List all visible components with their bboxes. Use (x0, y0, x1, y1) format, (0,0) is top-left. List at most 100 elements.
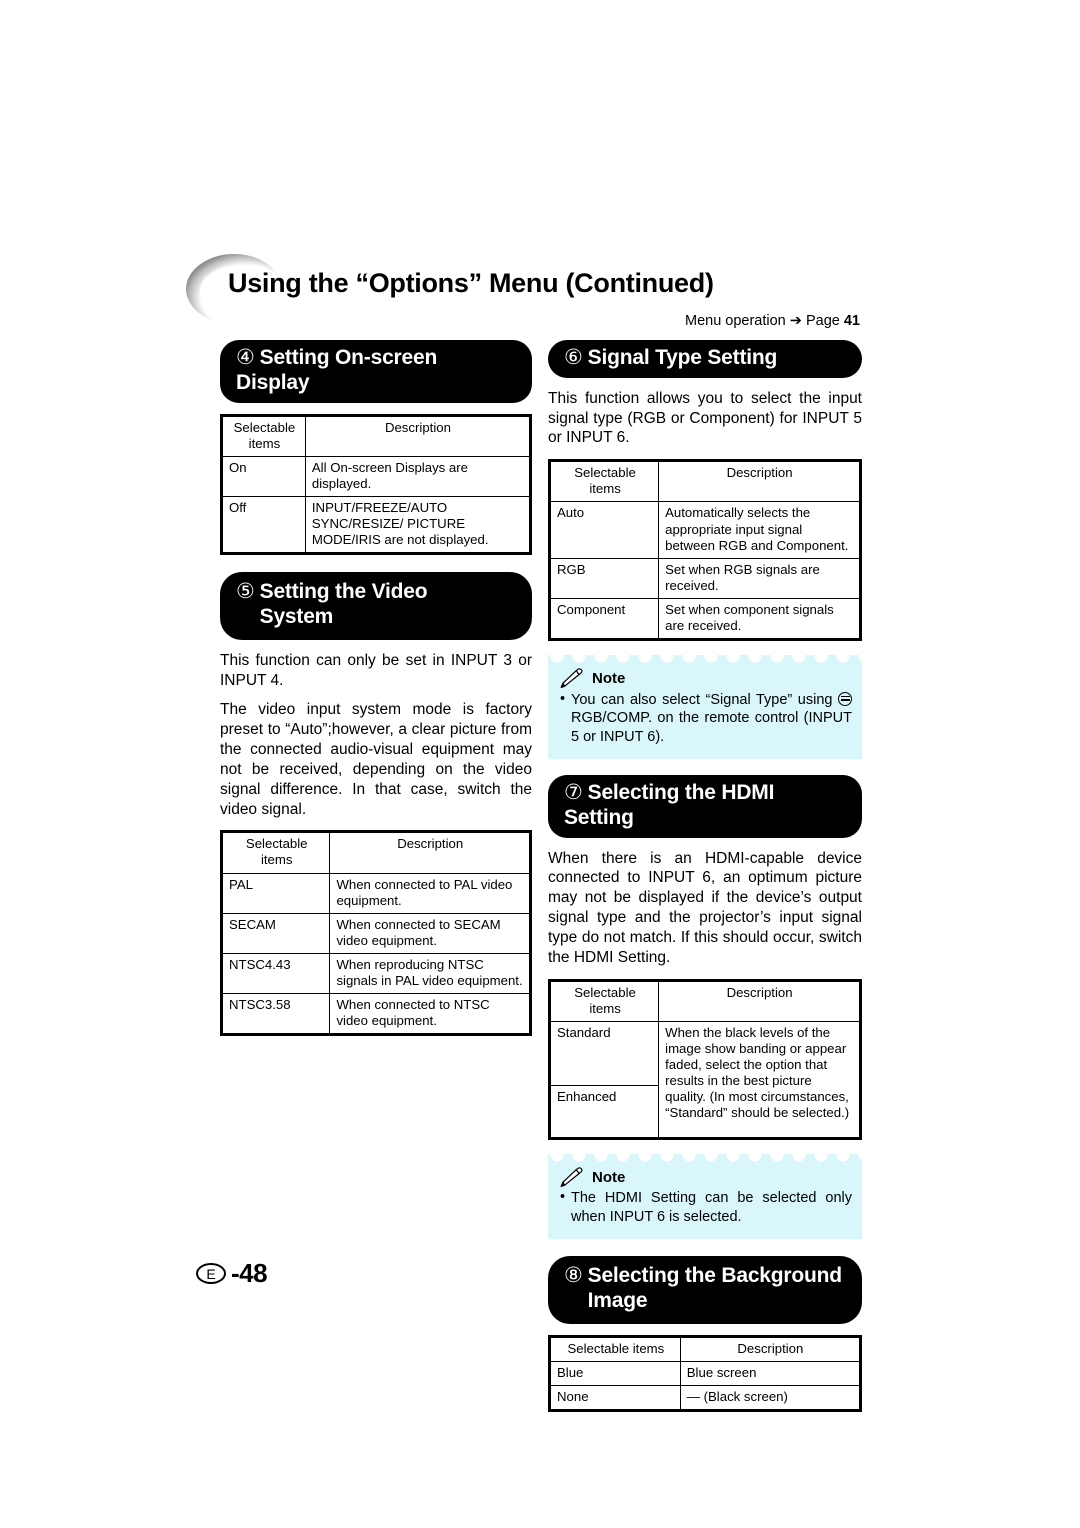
video-system-table-wrap: Selectable items Description PAL When co… (220, 830, 532, 1037)
cell-description: Automatically selects the appropriate in… (658, 501, 860, 559)
table-row: Component Set when component signals are… (549, 597, 860, 640)
cell-item: Blue (550, 1360, 681, 1386)
cell-description: Set when RGB signals are received. (658, 557, 860, 599)
cell-item: Auto (549, 501, 660, 559)
pencil-icon (560, 668, 583, 689)
menu-operation-page-number: 41 (843, 313, 860, 329)
page-header: Using the “Options” Menu (Continued) (186, 252, 886, 324)
cell-item: RGB (549, 557, 660, 599)
cell-description: When reproducing NTSC signals in PAL vid… (329, 952, 530, 995)
section-title-hdmi-setting: Selecting the HDMI Setting (564, 781, 775, 829)
section-number-5: ⑤ (236, 580, 255, 604)
menu-operation-label: Menu operation ➔ Page (684, 313, 844, 329)
background-image-table: Selectable items Description Blue Blue s… (550, 1336, 861, 1410)
hdmi-setting-table: Selectable items Description Standard Wh… (549, 980, 860, 1138)
table-header-row: Selectable items Description (550, 1336, 861, 1362)
page-title: Using the “Options” Menu (Continued) (228, 268, 714, 298)
note-box-hdmi-setting: Note The HDMI Setting can be selected on… (548, 1153, 862, 1239)
page-number: -48 (231, 1258, 268, 1288)
section-title-video-system-line2: System (259, 604, 334, 628)
section-title-signal-type: Signal Type Setting (587, 346, 778, 369)
onscreen-display-table: Selectable items Description On All On-s… (222, 415, 531, 554)
cell-item: Component (549, 597, 660, 640)
column-header-description: Description (679, 1336, 861, 1362)
section-banner-onscreen-display: ④ Setting On-screen Display (220, 340, 532, 403)
table-row: NTSC3.58 When connected to NTSC video eq… (221, 993, 530, 1035)
column-header-selectable-items: Selectable items (222, 415, 306, 457)
rgb-comp-button-icon (838, 691, 852, 706)
section-number-6: ⑥ (564, 346, 583, 369)
column-header-description: Description (658, 461, 860, 503)
cell-item: SECAM (221, 912, 331, 954)
column-header-selectable-items: Selectable items (549, 980, 660, 1022)
note-list: The HDMI Setting can be selected only wh… (560, 1188, 852, 1227)
cell-description: — (Black screen) (679, 1384, 861, 1410)
cell-description-merged: When the black levels of the image show … (658, 1020, 860, 1138)
note-title: Note (592, 1168, 626, 1186)
table-row: On All On-screen Displays are displayed. (222, 455, 531, 497)
table-header-row: Selectable items Description (221, 832, 530, 874)
column-header-description: Description (329, 832, 530, 874)
document-page: Using the “Options” Menu (Continued) Men… (0, 0, 1080, 1528)
signal-type-table-wrap: Selectable items Description Auto Automa… (548, 459, 862, 642)
left-column: ④ Setting On-screen Display Selectable it… (220, 340, 532, 1037)
section-number-4: ④ (236, 346, 255, 369)
section-banner-hdmi-setting: ⑦ Selecting the HDMI Setting (548, 775, 862, 838)
video-system-paragraph-1: This function can only be set in INPUT 3… (220, 651, 532, 689)
cell-description: Blue screen (679, 1360, 861, 1386)
column-header-selectable-items: Selectable items (221, 832, 331, 874)
cell-item: NTSC4.43 (221, 952, 331, 995)
hdmi-setting-table-wrap: Selectable items Description Standard Wh… (548, 978, 862, 1140)
section-banner-signal-type: ⑥ Signal Type Setting (548, 340, 862, 378)
table-row: RGB Set when RGB signals are received. (549, 557, 860, 599)
page-mark: E -48 (196, 1258, 268, 1289)
hdmi-setting-paragraph-1: When there is an HDMI-capable device con… (548, 849, 862, 966)
cell-item: On (222, 455, 306, 497)
note-text-after: RGB/COMP. on the remote control (INPUT 5… (571, 710, 852, 746)
table-row: Standard When the black levels of the im… (549, 1020, 860, 1138)
right-column: ⑥ Signal Type Setting This function allow… (548, 340, 862, 1412)
table-row: SECAM When connected to SECAM video equi… (221, 912, 530, 954)
cell-item: Off (222, 495, 306, 554)
table-row: NTSC4.43 When reproducing NTSC signals i… (221, 952, 530, 995)
section-title-video-system-line1: Setting the Video (259, 580, 428, 604)
table-row: Auto Automatically selects the appropria… (549, 501, 860, 559)
cell-item-enhanced: Enhanced (549, 1084, 660, 1138)
cell-description: When connected to PAL video equipment. (329, 872, 530, 914)
note-scallop-edge (548, 1153, 862, 1163)
column-header-description: Description (658, 980, 860, 1022)
cell-item: None (550, 1384, 681, 1410)
section-title-background-image-line1: Selecting the Background (587, 1264, 842, 1287)
note-list: You can also select “Signal Type” using … (560, 690, 852, 748)
cell-description: Set when component signals are received. (658, 597, 860, 640)
note-box-signal-type: Note You can also select “Signal Type” u… (548, 655, 862, 760)
section-title-background-image: Selecting the Background Image (588, 1264, 842, 1314)
section-number-7: ⑦ (564, 781, 583, 805)
video-system-table: Selectable items Description PAL When co… (221, 832, 530, 1035)
cell-description: When connected to SECAM video equipment. (329, 912, 530, 954)
table-row: Blue Blue screen (550, 1360, 861, 1386)
column-header-description: Description (304, 415, 531, 457)
cell-item: PAL (221, 872, 331, 914)
signal-type-table: Selectable items Description Auto Automa… (549, 461, 860, 640)
section-title-onscreen-display: Setting On-screen Display (236, 346, 438, 394)
note-scallop-edge (548, 655, 862, 665)
note-item: The HDMI Setting can be selected only wh… (560, 1188, 852, 1227)
table-header-row: Selectable items Description (549, 461, 860, 503)
table-row: None — (Black screen) (550, 1384, 861, 1410)
table-header-row: Selectable items Description (549, 980, 860, 1022)
region-mark-e: E (196, 1263, 226, 1284)
note-item: You can also select “Signal Type” using … (560, 690, 852, 748)
menu-operation-reference: Menu operation ➔ Page 41 (540, 313, 860, 329)
section-title-background-image-line2: Image (587, 1288, 648, 1312)
table-row: Off INPUT/FREEZE/AUTO SYNC/RESIZE/ PICTU… (222, 495, 531, 554)
section-banner-background-image: ⑧ Selecting the Background Image (548, 1256, 862, 1324)
table-header-row: Selectable items Description (222, 415, 531, 457)
section-title-video-system: Setting the Video System (260, 580, 428, 630)
background-image-table-wrap: Selectable items Description Blue Blue s… (548, 1334, 862, 1412)
column-header-selectable-items: Selectable items (550, 1336, 681, 1362)
column-header-selectable-items: Selectable items (549, 461, 660, 503)
onscreen-display-table-wrap: Selectable items Description On All On-s… (220, 413, 532, 556)
table-row: PAL When connected to PAL video equipmen… (221, 872, 530, 914)
cell-item: NTSC3.58 (221, 993, 331, 1035)
